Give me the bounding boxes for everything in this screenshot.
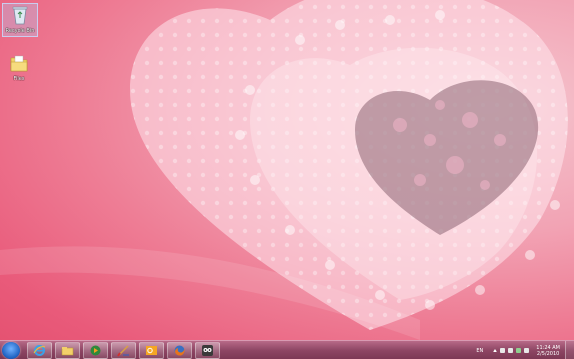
firefox-icon [174,345,185,356]
taskbar-owl-app[interactable] [195,342,220,359]
recycle-bin-icon [12,6,28,25]
taskbar-windows-explorer[interactable] [55,342,80,359]
taskbar-paint[interactable] [111,342,136,359]
valentine-wallpaper [0,0,568,340]
action-center-icon[interactable] [500,348,506,353]
folder-icon [10,55,28,72]
media-player-icon [90,345,101,356]
show-desktop-button[interactable] [565,341,574,359]
windows-start-icon[interactable] [2,342,20,359]
taskbar: EN 11:24 AM 2/5/2010 [0,340,574,359]
network-icon[interactable] [516,348,522,353]
windows-explorer-icon [61,347,74,356]
clock-date: 2/5/2010 [536,350,560,357]
outlook-icon [146,346,157,355]
internet-explorer-icon [33,345,46,356]
system-tray: EN 11:24 AM 2/5/2010 [476,341,560,359]
volume-icon[interactable] [524,348,530,353]
taskbar-internet-explorer[interactable] [27,342,52,359]
taskbar-media-player[interactable] [83,342,108,359]
recycle-bin-shortcut[interactable]: Recycle Bin [2,3,38,37]
files-folder-shortcut[interactable]: Files [2,52,36,82]
desktop: Recycle Bin Files EN 11:24 AM 2/5/2010 [0,0,574,359]
owl-app-icon [202,345,213,356]
language-indicator[interactable]: EN [476,348,483,354]
recycle-bin-label: Recycle Bin [5,28,35,34]
taskbar-outlook[interactable] [139,342,164,359]
paint-icon [117,345,129,357]
show-hidden-icons-icon[interactable] [493,349,498,352]
taskbar-firefox[interactable] [167,342,192,359]
files-folder-label: Files [13,76,25,82]
clock[interactable]: 11:24 AM 2/5/2010 [536,345,560,357]
display-icon[interactable] [508,348,514,353]
